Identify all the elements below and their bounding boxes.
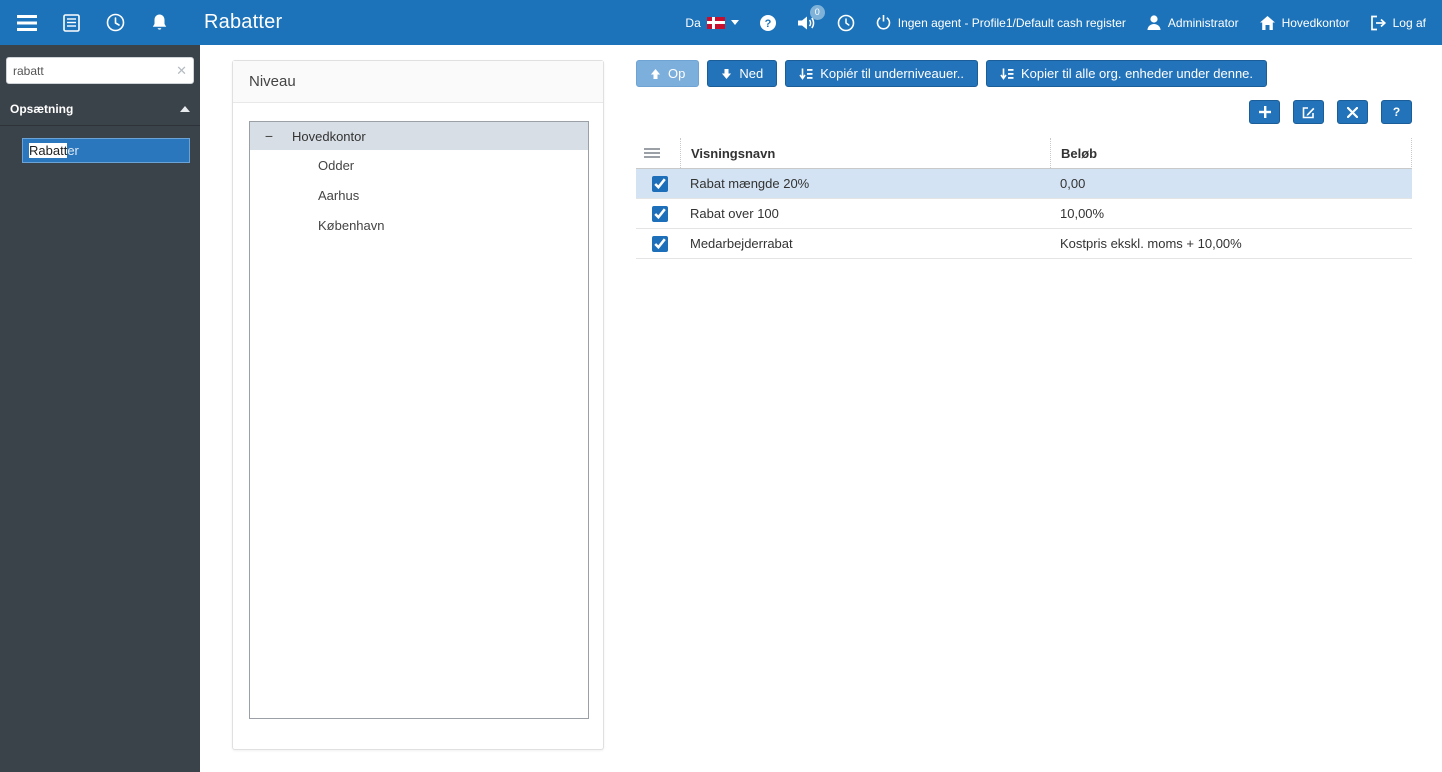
- tree-node-child[interactable]: Odder: [250, 150, 588, 180]
- organization-label: Hovedkontor: [1281, 15, 1350, 30]
- question-icon: ?: [1392, 105, 1401, 119]
- topbar: Rabatter Da ? 0 Ingen agent - Profile1/D…: [0, 0, 1442, 45]
- delete-button[interactable]: [1337, 100, 1368, 124]
- column-header-beloeb[interactable]: Beløb: [1050, 138, 1411, 168]
- niveau-panel-title: Niveau: [233, 61, 603, 103]
- sidebar-section-opsaetning[interactable]: Opsætning: [0, 94, 200, 126]
- language-selector[interactable]: Da: [685, 15, 739, 30]
- discounts-table: Visningsnavn Beløb Rabat mængde 20% 0,00…: [636, 138, 1412, 259]
- agent-label: Ingen agent - Profile1/Default cash regi…: [897, 15, 1126, 30]
- row-name: Rabat mængde 20%: [690, 176, 810, 191]
- edit-button[interactable]: [1293, 100, 1324, 124]
- section-label: Opsætning: [10, 102, 74, 116]
- row-amount: Kostpris ekskl. moms + 10,00%: [1060, 236, 1242, 251]
- logout-label: Log af: [1392, 15, 1426, 30]
- journal-icon[interactable]: [60, 12, 82, 34]
- clock-icon[interactable]: [104, 12, 126, 34]
- home-icon: [1259, 15, 1276, 31]
- column-header-visningsnavn[interactable]: Visningsnavn: [680, 138, 1050, 168]
- row-amount: 0,00: [1060, 176, 1086, 191]
- chevron-down-icon: [730, 20, 739, 25]
- niveau-panel: Niveau − Hovedkontor Odder Aarhus Københ…: [232, 60, 604, 750]
- move-down-button[interactable]: Ned: [707, 60, 778, 87]
- tree-node-hovedkontor[interactable]: − Hovedkontor: [250, 122, 588, 150]
- tree-node-label: Odder: [318, 157, 355, 173]
- organization-menu[interactable]: Hovedkontor: [1259, 15, 1350, 31]
- svg-text:?: ?: [764, 18, 771, 30]
- collapse-caret-icon: [180, 106, 190, 112]
- agent-status[interactable]: Ingen agent - Profile1/Default cash regi…: [875, 14, 1126, 31]
- user-menu[interactable]: Administrator: [1146, 14, 1239, 31]
- bell-icon[interactable]: [148, 12, 170, 34]
- power-icon: [875, 14, 892, 31]
- sidebar-search: ✕: [6, 57, 194, 84]
- table-header: Visningsnavn Beløb: [636, 138, 1412, 169]
- page-title: Rabatter: [204, 11, 283, 33]
- list-lines-icon: [644, 146, 660, 160]
- pencil-square-icon: [1302, 106, 1315, 118]
- danish-flag-icon: [706, 16, 725, 29]
- user-icon: [1146, 14, 1162, 31]
- search-input[interactable]: [13, 63, 177, 78]
- row-name: Rabat over 100: [690, 206, 779, 221]
- tree-node-label: Hovedkontor: [292, 128, 366, 144]
- record-actions: ?: [636, 100, 1412, 124]
- logout-button[interactable]: Log af: [1370, 15, 1426, 31]
- tree-node-label: Aarhus: [318, 187, 360, 203]
- logout-icon: [1370, 15, 1387, 31]
- tree-collapse-icon[interactable]: −: [262, 128, 276, 144]
- copy-sort-icon: [799, 68, 813, 80]
- language-label: Da: [685, 15, 701, 30]
- sidebar-item-rabatter[interactable]: Rabatter: [22, 138, 190, 163]
- tree-node-label: København: [318, 217, 385, 233]
- search-rest-text: er: [67, 143, 79, 158]
- help-icon[interactable]: ?: [759, 14, 777, 32]
- search-match-text: Rabatt: [29, 143, 68, 158]
- table-row[interactable]: Rabat over 100 10,00%: [636, 199, 1412, 229]
- arrow-up-icon: [650, 68, 661, 79]
- timer-icon[interactable]: [837, 14, 855, 32]
- row-checkbox[interactable]: [652, 235, 668, 252]
- row-checkbox[interactable]: [652, 205, 668, 222]
- help-button[interactable]: ?: [1381, 100, 1412, 124]
- select-column-header[interactable]: [636, 138, 680, 168]
- move-up-button[interactable]: Op: [636, 60, 700, 87]
- menu-icon[interactable]: [16, 12, 38, 34]
- arrow-down-icon: [722, 68, 732, 79]
- user-label: Administrator: [1167, 15, 1239, 30]
- copy-sort-icon: [1000, 68, 1014, 80]
- copy-to-all-orgs-button[interactable]: Kopier til alle org. enheder under denne…: [986, 60, 1268, 87]
- tree-node-child[interactable]: Aarhus: [250, 180, 588, 210]
- tree-node-child[interactable]: København: [250, 210, 588, 240]
- copy-to-sublevels-button[interactable]: Kopiér til underniveauer..: [785, 60, 979, 87]
- row-checkbox[interactable]: [652, 175, 668, 192]
- table-row[interactable]: Medarbejderrabat Kostpris ekskl. moms + …: [636, 229, 1412, 259]
- row-name: Medarbejderrabat: [690, 236, 793, 251]
- toolbar: Op Ned Kopiér til underniveauer.. Kopier…: [636, 60, 1412, 87]
- row-amount: 10,00%: [1060, 206, 1105, 221]
- volume-icon[interactable]: 0: [797, 4, 825, 31]
- main-content: Op Ned Kopiér til underniveauer.. Kopier…: [636, 60, 1412, 259]
- org-tree: − Hovedkontor Odder Aarhus København: [249, 121, 589, 719]
- add-button[interactable]: [1249, 100, 1280, 124]
- table-row[interactable]: Rabat mængde 20% 0,00: [636, 169, 1412, 199]
- notification-badge: 0: [809, 4, 825, 20]
- x-icon: [1347, 106, 1358, 118]
- search-clear-icon[interactable]: ✕: [176, 64, 187, 77]
- plus-icon: [1258, 106, 1271, 118]
- sidebar: ✕ Opsætning Rabatter: [0, 45, 200, 772]
